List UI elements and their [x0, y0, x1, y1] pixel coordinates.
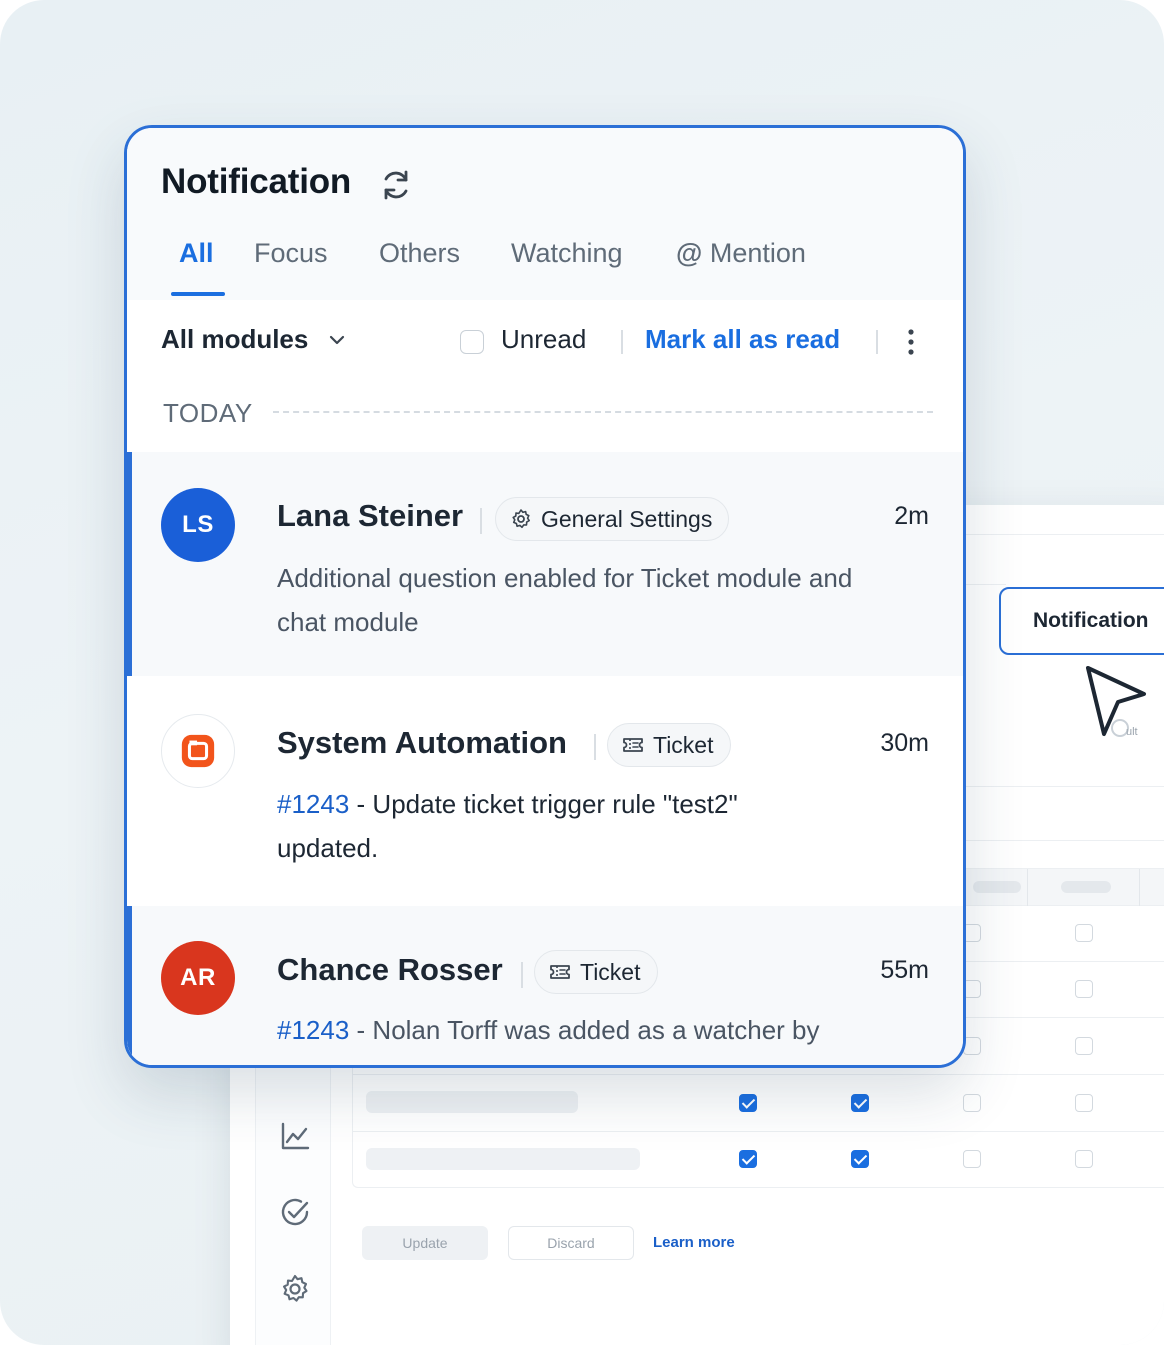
tab-focus[interactable]: Focus	[254, 238, 328, 269]
stage: Update Discard Learn more Notification u…	[0, 0, 1164, 1345]
chevron-down-icon[interactable]	[327, 330, 347, 350]
unread-checkbox[interactable]	[460, 330, 484, 354]
panel-title: Notification	[161, 162, 352, 201]
gear-icon[interactable]	[279, 1273, 311, 1305]
filter-divider	[876, 330, 878, 354]
timestamp: 2m	[894, 502, 929, 530]
filter-divider	[621, 330, 623, 354]
row-label-placeholder	[366, 1148, 640, 1170]
module-chip[interactable]: Ticket	[607, 723, 731, 767]
avatar: AR	[161, 941, 235, 1015]
table-checkbox[interactable]	[963, 1150, 981, 1168]
section-label-today: TODAY	[163, 398, 253, 428]
tab-watching[interactable]: Watching	[511, 238, 623, 269]
module-chip[interactable]: General Settings	[495, 497, 730, 541]
tab-mention-label: Mention	[709, 238, 806, 268]
filter-row: All modules Unread Mark all as read	[127, 300, 963, 390]
unread-indicator-bar	[127, 452, 132, 676]
name-divider	[521, 962, 523, 988]
notification-message: Additional question enabled for Ticket m…	[277, 563, 853, 637]
background-divider	[966, 840, 1164, 841]
column-divider	[1027, 869, 1028, 906]
sender-name: System Automation	[277, 725, 567, 760]
notification-item[interactable]: System Automation Ticket 30m #1243 - Upd…	[127, 676, 963, 906]
header-placeholder	[1061, 881, 1111, 893]
notification-message: #1243 - Nolan Torff was added as a watch…	[277, 1008, 917, 1052]
module-chip-label: General Settings	[541, 505, 713, 532]
module-chip-label: Ticket	[653, 731, 714, 758]
table-checkbox-checked[interactable]	[851, 1094, 869, 1112]
ticket-icon	[623, 738, 643, 752]
notification-message: #1243 - Update ticket trigger rule "test…	[277, 782, 837, 870]
tab-mention[interactable]: @ Mention	[676, 238, 806, 269]
ticket-link[interactable]: #1243	[277, 1015, 349, 1045]
check-circle-icon[interactable]	[279, 1196, 311, 1228]
header-placeholder	[973, 881, 1021, 893]
learn-more-link[interactable]: Learn more	[653, 1234, 735, 1251]
notification-button[interactable]: Notification	[999, 587, 1164, 655]
module-chip-label: Ticket	[580, 958, 641, 985]
ticket-link[interactable]: #1243	[277, 789, 349, 819]
modules-dropdown[interactable]: All modules	[161, 324, 308, 355]
table-checkbox[interactable]	[1075, 924, 1093, 942]
table-checkbox[interactable]	[1075, 1037, 1093, 1055]
update-button[interactable]: Update	[362, 1226, 488, 1260]
timestamp: 30m	[880, 729, 929, 757]
notification-panel: Notification All Focus Others Watching @…	[124, 125, 966, 1068]
background-divider	[966, 534, 1164, 535]
tab-all[interactable]: All	[179, 238, 214, 269]
table-row-divider	[353, 1074, 1164, 1075]
table-checkbox-checked[interactable]	[851, 1150, 869, 1168]
name-divider	[594, 734, 596, 760]
table-checkbox-checked[interactable]	[739, 1094, 757, 1112]
table-checkbox[interactable]	[1075, 1094, 1093, 1112]
avatar: LS	[161, 488, 235, 562]
table-row-divider	[353, 1131, 1164, 1132]
row-label-placeholder	[366, 1091, 578, 1113]
mark-all-read-link[interactable]: Mark all as read	[645, 324, 840, 355]
gear-icon	[512, 509, 530, 529]
background-divider	[966, 584, 1006, 585]
active-tab-indicator	[171, 292, 225, 296]
sender-name: Chance Rosser	[277, 952, 503, 987]
unread-label[interactable]: Unread	[501, 324, 586, 355]
tab-others[interactable]: Others	[379, 238, 460, 269]
background-divider	[966, 786, 1164, 787]
avatar	[161, 714, 235, 788]
notification-message-text: - Nolan Torff was added as a watcher by	[349, 1015, 820, 1045]
sender-name: Lana Steiner	[277, 498, 464, 533]
section-divider	[273, 411, 933, 413]
table-checkbox[interactable]	[963, 1094, 981, 1112]
notification-item[interactable]: LS Lana Steiner General Settings 2m Addi…	[127, 452, 963, 676]
unread-indicator-bar	[127, 906, 132, 1065]
system-automation-logo-icon	[181, 734, 215, 768]
table-checkbox-checked[interactable]	[739, 1150, 757, 1168]
chart-icon[interactable]	[279, 1120, 311, 1152]
discard-button[interactable]: Discard	[508, 1226, 634, 1260]
table-checkbox[interactable]	[1075, 980, 1093, 998]
ticket-icon	[550, 965, 570, 979]
at-sign-icon: @	[676, 238, 703, 268]
module-chip[interactable]: Ticket	[534, 950, 658, 994]
cursor-arrow-icon	[1086, 666, 1146, 736]
refresh-icon[interactable]	[379, 168, 413, 202]
timestamp: 55m	[880, 956, 929, 984]
name-divider	[480, 508, 482, 534]
notification-item[interactable]: AR Chance Rosser Ticket 55m #1243 - Nola…	[127, 906, 963, 1065]
panel-header: Notification All Focus Others Watching @…	[127, 128, 963, 300]
table-checkbox[interactable]	[1075, 1150, 1093, 1168]
column-divider	[1139, 869, 1140, 906]
more-options-icon[interactable]	[905, 326, 917, 358]
